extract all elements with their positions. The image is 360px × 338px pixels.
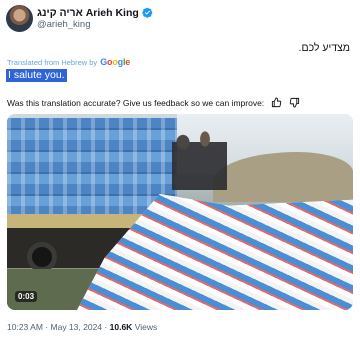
tweet-header: אריה קינג Arieh King @arieh_king [6, 5, 153, 32]
author-display-name[interactable]: אריה קינג Arieh King [37, 7, 139, 19]
translation-feedback: Was this translation accurate? Give us f… [7, 97, 300, 108]
tweet-time[interactable]: 10:23 AM [7, 322, 43, 332]
video-frame-wheel [27, 242, 57, 272]
verified-badge-icon [142, 7, 153, 18]
tweet-card: אריה קינג Arieh King @arieh_king מצדיע ל… [0, 0, 360, 338]
video-frame-people [172, 130, 227, 190]
views-label: Views [134, 322, 158, 332]
video-player[interactable]: 0:03 [7, 114, 353, 310]
meta-separator: · [104, 322, 108, 332]
views-count: 10.6K [109, 322, 133, 332]
feedback-prompt: Was this translation accurate? Give us f… [7, 97, 265, 108]
google-logo: Google [100, 57, 131, 67]
thumbs-up-icon[interactable] [271, 97, 282, 108]
author-info: אריה קינג Arieh King @arieh_king [37, 7, 153, 31]
tweet-meta: 10:23 AM · May 13, 2024 · 10.6K Views [7, 322, 157, 332]
author-handle[interactable]: @arieh_king [37, 19, 153, 31]
video-frame-truck-cargo [7, 118, 177, 216]
thumbs-down-icon[interactable] [289, 97, 300, 108]
meta-separator: · [45, 322, 49, 332]
tweet-date[interactable]: May 13, 2024 [51, 322, 103, 332]
avatar[interactable] [6, 5, 33, 32]
translation-attribution: Translated from Hebrew by Google [7, 57, 130, 67]
translated-from-label: Translated from Hebrew by [7, 57, 98, 67]
tweet-text: מצדיע לכם. [298, 42, 350, 54]
video-duration: 0:03 [15, 291, 38, 302]
translated-text: I salute you. [6, 69, 67, 82]
